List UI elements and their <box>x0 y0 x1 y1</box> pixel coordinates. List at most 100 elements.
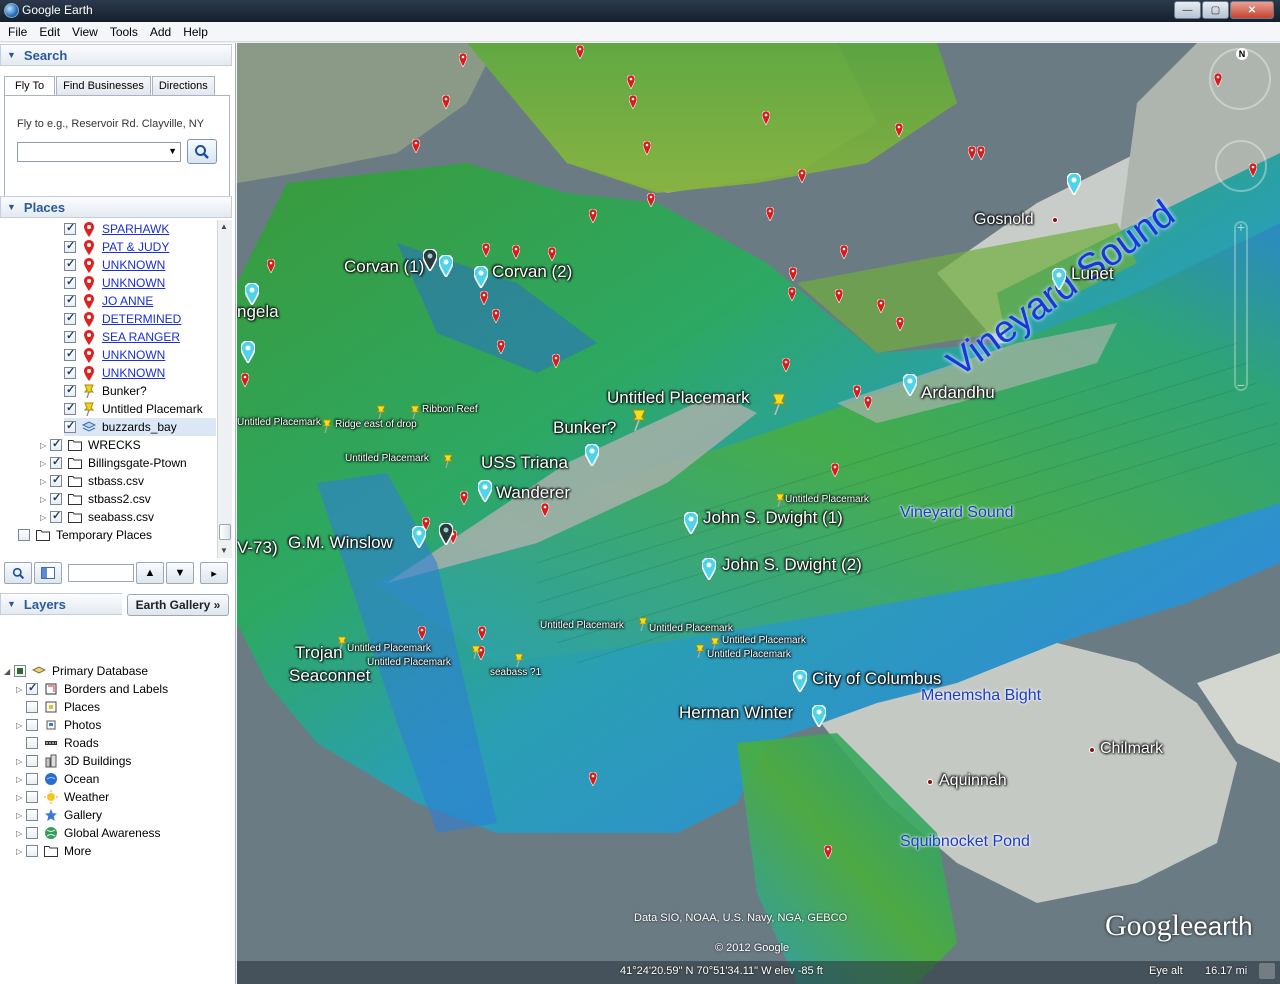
wreck-placemark-icon[interactable] <box>477 479 493 504</box>
zoom-out-icon[interactable]: − <box>1234 377 1248 393</box>
layers-panel-header[interactable]: ▼ Layers <box>0 593 122 615</box>
place-label[interactable]: SPARHAWK <box>102 222 169 236</box>
places-panel-header[interactable]: ▼ Places <box>0 196 232 218</box>
wreck-label[interactable]: John S. Dwight (1) <box>703 508 843 528</box>
wreck-label[interactable]: V-73) <box>237 538 278 558</box>
layer-label[interactable]: Places <box>64 700 100 714</box>
wreck-label[interactable]: G.M. Winslow <box>288 533 393 553</box>
layer-item[interactable]: ▷ More <box>16 842 91 860</box>
expand-arrow-icon[interactable]: ▷ <box>16 847 26 856</box>
layer-label[interactable]: Ocean <box>64 772 99 786</box>
folder-item[interactable]: ▷ stbass.csv <box>40 472 144 490</box>
expand-arrow-icon[interactable]: ▷ <box>16 685 26 694</box>
layer-label[interactable]: Global Awareness <box>64 826 161 840</box>
placemark-label[interactable]: Untitled Placemark <box>237 417 321 428</box>
red-placemark-icon[interactable] <box>967 145 977 161</box>
wreck-placemark-icon[interactable] <box>244 282 260 307</box>
red-placemark-icon[interactable] <box>894 122 904 138</box>
maximize-button[interactable]: ▢ <box>1202 1 1229 19</box>
wreck-placemark-icon[interactable] <box>1051 267 1067 292</box>
layer-item[interactable]: ▷ Global Awareness <box>16 824 161 842</box>
wreck-label[interactable]: Herman Winter <box>679 703 793 723</box>
checkbox[interactable] <box>26 701 38 713</box>
checkbox[interactable] <box>26 681 38 695</box>
red-placemark-icon[interactable] <box>551 353 561 369</box>
red-placemark-icon[interactable] <box>797 168 807 184</box>
wreck-placemark-icon[interactable] <box>584 443 600 468</box>
place-item[interactable]: DETERMINED <box>64 310 216 328</box>
place-label[interactable]: PAT & JUDY <box>102 240 169 254</box>
place-item[interactable]: Bunker? <box>64 382 216 400</box>
yellow-pushpin-icon[interactable] <box>513 653 525 668</box>
wreck-label[interactable]: Wanderer <box>496 483 570 503</box>
wreck-label[interactable]: Seaconnet <box>289 666 370 686</box>
layer-label[interactable]: Roads <box>64 736 99 750</box>
temporary-places-label[interactable]: Temporary Places <box>56 528 152 542</box>
red-placemark-icon[interactable] <box>642 140 652 156</box>
red-placemark-icon[interactable] <box>547 246 557 262</box>
places-scrollbar[interactable]: ▲ ▼ <box>217 220 232 558</box>
place-item[interactable]: UNKNOWN <box>64 274 216 292</box>
red-placemark-icon[interactable] <box>458 52 468 68</box>
places-search-button[interactable] <box>4 562 32 584</box>
folder-label[interactable]: seabass.csv <box>88 510 154 524</box>
checkbox[interactable] <box>14 665 26 677</box>
place-label[interactable]: UNKNOWN <box>102 366 165 380</box>
expand-arrow-icon[interactable]: ▷ <box>40 441 50 450</box>
wreck-label[interactable]: Ardandhu <box>921 383 995 403</box>
menu-file[interactable]: File <box>4 25 35 39</box>
layer-item[interactable]: Places <box>16 698 100 716</box>
folder-item[interactable]: ▷ WRECKS <box>40 436 141 454</box>
place-item[interactable]: Untitled Placemark <box>64 400 216 418</box>
temporary-places[interactable]: Temporary Places <box>18 526 152 544</box>
checkbox[interactable] <box>50 473 62 487</box>
layer-item[interactable]: ▷ Photos <box>16 716 101 734</box>
wreck-label[interactable]: City of Columbus <box>812 669 941 689</box>
checkbox[interactable] <box>64 347 76 361</box>
red-placemark-icon[interactable] <box>765 206 775 222</box>
wreck-label[interactable]: Corvan (2) <box>492 262 572 282</box>
layer-item[interactable]: ▷ Gallery <box>16 806 102 824</box>
expand-arrow-icon[interactable]: ▷ <box>40 495 50 504</box>
placemark-label[interactable]: Ridge east of drop <box>335 419 417 430</box>
placemark-label[interactable]: seabass ?1 <box>490 667 541 678</box>
red-placemark-icon[interactable] <box>626 74 636 90</box>
place-label[interactable]: SEA RANGER <box>102 330 180 344</box>
red-placemark-icon[interactable] <box>976 145 986 161</box>
red-placemark-icon[interactable] <box>839 244 849 260</box>
layer-item[interactable]: Roads <box>16 734 99 752</box>
yellow-pushpin-icon[interactable] <box>637 617 649 632</box>
red-placemark-icon[interactable] <box>1213 72 1223 88</box>
placemark-label[interactable]: Untitled Placemark <box>649 623 733 634</box>
layer-label[interactable]: Weather <box>64 790 109 804</box>
red-placemark-icon[interactable] <box>761 110 771 126</box>
search-panel-header[interactable]: ▼ Search <box>0 44 232 66</box>
yellow-pushpin-icon[interactable] <box>336 636 348 651</box>
checkbox[interactable] <box>26 719 38 731</box>
layer-item[interactable]: ▷ Ocean <box>16 770 99 788</box>
red-placemark-icon[interactable] <box>411 138 421 154</box>
checkbox[interactable] <box>50 437 62 451</box>
red-placemark-icon[interactable] <box>479 290 489 306</box>
place-item[interactable]: SEA RANGER <box>64 328 216 346</box>
wreck-placemark-icon[interactable] <box>683 511 699 536</box>
folder-label[interactable]: WRECKS <box>88 438 141 452</box>
red-placemark-icon[interactable] <box>834 288 844 304</box>
layer-root[interactable]: ◢ Primary Database <box>4 662 148 680</box>
checkbox[interactable] <box>26 827 38 839</box>
placemark-label[interactable]: Untitled Placemark <box>722 635 806 646</box>
red-placemark-icon[interactable] <box>511 244 521 260</box>
move-up-button[interactable]: ▲ <box>136 562 164 584</box>
wreck-placemark-icon[interactable] <box>411 525 427 550</box>
red-placemark-icon[interactable] <box>1248 162 1258 178</box>
red-placemark-icon[interactable] <box>575 44 585 60</box>
red-placemark-icon[interactable] <box>481 242 491 258</box>
red-placemark-icon[interactable] <box>863 395 873 411</box>
wreck-placemark-icon[interactable] <box>473 265 489 290</box>
checkbox[interactable] <box>64 329 76 343</box>
checkbox[interactable] <box>64 239 76 253</box>
wreck-placemark-icon[interactable] <box>902 373 918 398</box>
red-placemark-icon[interactable] <box>540 502 550 518</box>
place-label[interactable]: UNKNOWN <box>102 348 165 362</box>
expand-arrow-icon[interactable]: ▷ <box>16 829 26 838</box>
